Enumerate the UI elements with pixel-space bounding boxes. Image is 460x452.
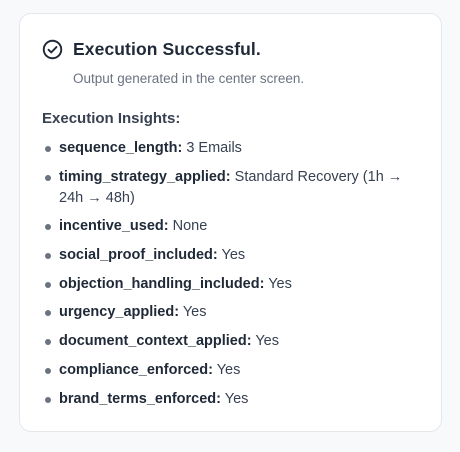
insight-key: social_proof_included:	[59, 247, 218, 264]
list-item: objection_handling_included: Yes	[42, 274, 422, 295]
list-item: brand_terms_enforced: Yes	[42, 389, 422, 410]
bullet-icon	[45, 281, 51, 288]
insight-value: Yes	[224, 390, 249, 407]
list-item: compliance_enforced: Yes	[42, 360, 422, 381]
insight-value: Yes	[216, 361, 241, 378]
check-circle-icon	[42, 39, 63, 60]
list-item: social_proof_included: Yes	[42, 245, 422, 266]
insight-value: Yes	[182, 304, 207, 321]
insight-key: urgency_applied:	[59, 304, 180, 321]
list-item: sequence_length: 3 Emails	[42, 138, 422, 159]
list-item: timing_strategy_applied: Standard Recove…	[42, 167, 422, 209]
insight-value: Yes	[255, 333, 279, 350]
insight-key: sequence_length:	[59, 140, 183, 156]
result-title: Execution Successful.	[73, 39, 261, 59]
insights-list: sequence_length: 3 Emails timing_strateg…	[42, 138, 422, 417]
result-subtitle: Output generated in the center screen.	[73, 71, 305, 86]
list-item: document_context_applied: Yes	[42, 331, 422, 352]
list-item: incentive_used: None	[42, 216, 422, 237]
bullet-icon	[45, 253, 51, 260]
insight-key: compliance_enforced:	[59, 361, 213, 378]
bullet-icon	[45, 339, 51, 346]
bullet-icon	[45, 224, 51, 231]
execution-result-card: Execution Successful. Output generated i…	[19, 13, 442, 432]
insight-value: Yes	[268, 275, 292, 292]
insights-heading: Execution Insights:	[42, 110, 181, 127]
list-item: urgency_applied: Yes	[42, 302, 422, 323]
bullet-icon	[45, 367, 51, 374]
insight-key: timing_strategy_applied:	[59, 168, 231, 185]
insight-value: Yes	[221, 247, 246, 264]
bullet-icon	[45, 146, 51, 152]
bullet-icon	[45, 310, 51, 317]
insight-key: incentive_used:	[59, 218, 169, 235]
insight-value: 3 Emails	[186, 140, 242, 156]
insight-key: objection_handling_included:	[59, 275, 265, 292]
insight-key: document_context_applied:	[59, 333, 252, 350]
insight-value: None	[172, 218, 208, 235]
result-header: Execution Successful.	[42, 39, 261, 60]
bullet-icon	[45, 174, 51, 181]
insight-key: brand_terms_enforced:	[59, 390, 221, 407]
bullet-icon	[45, 396, 51, 403]
